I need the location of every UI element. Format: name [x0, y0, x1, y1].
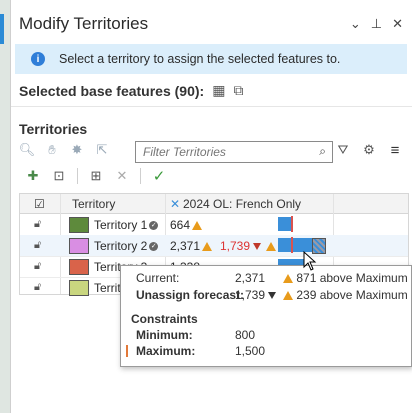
down-arrow-icon: [268, 292, 277, 299]
info-banner: i Select a territory to assign the selec…: [15, 44, 407, 74]
metric-value: 664: [170, 218, 203, 232]
toolbar-divider: [77, 168, 78, 184]
current-note: 871 above Maximum: [281, 271, 408, 285]
territories-heading: Territories: [19, 121, 88, 137]
current-value: 2,371: [235, 271, 266, 285]
search-icon[interactable]: ⌕: [319, 144, 326, 159]
minimum-value: 800: [235, 328, 256, 342]
selected-base-label: Selected base features (90):: [19, 82, 205, 99]
add-territory-icon[interactable]: ✚: [25, 168, 41, 184]
selection-marker: [0, 14, 4, 44]
cursor-icon: [303, 251, 317, 271]
apply-icon[interactable]: ✓: [151, 168, 167, 185]
column-territory[interactable]: Territory: [72, 197, 115, 211]
open-icon[interactable]: ⇱: [94, 142, 110, 158]
check-icon: ✓: [149, 221, 159, 231]
territory-name: Territory 2 ✓: [94, 239, 159, 253]
color-swatch: [69, 259, 89, 275]
pane-controls: ⌄ ⊥ ✕: [350, 16, 403, 32]
info-message: Select a territory to assign the selecte…: [59, 52, 341, 66]
table-row[interactable]: 🔓︎ Territory 1 ✓ 664: [20, 214, 408, 236]
warning-icon: [283, 291, 293, 300]
lock-column-icon[interactable]: ☑: [34, 197, 45, 211]
territory-tooltip: Current: 2,371 871 above Maximum Unassig…: [120, 265, 412, 367]
maximum-label: Maximum:: [136, 344, 196, 358]
toolbar-divider: [140, 168, 141, 184]
max-marker: [126, 345, 128, 357]
filter-territories-box[interactable]: ⌕: [135, 141, 333, 163]
check-icon: ✓: [149, 242, 159, 252]
pin-icon[interactable]: ⊥: [371, 16, 382, 32]
close-icon[interactable]: ✕: [392, 16, 403, 32]
max-line: [291, 216, 293, 232]
delete-icon[interactable]: ✕: [114, 168, 130, 184]
current-label: Current:: [136, 271, 180, 285]
color-swatch: [69, 238, 89, 254]
unlock-icon[interactable]: 🔓︎: [34, 218, 41, 231]
forecast-label: Unassign forecast:: [136, 288, 245, 302]
dropdown-icon[interactable]: ⌄: [350, 16, 361, 32]
pane-title: Modify Territories: [19, 14, 149, 33]
table-row[interactable]: 🔓︎ Territory 2 ✓ 2,371 1,739: [20, 235, 408, 257]
territory-name: Territory 1 ✓: [94, 218, 159, 232]
pan-icon[interactable]: ✋︎: [44, 142, 60, 158]
value-bar: [278, 217, 291, 231]
open-external-icon[interactable]: ⧉: [233, 82, 243, 99]
unlock-icon[interactable]: 🔓︎: [34, 281, 41, 294]
forecast-note: 239 above Maximum: [281, 288, 408, 302]
maximum-value: 1,500: [235, 344, 266, 358]
selected-base-features: Selected base features (90): ▦ ⧉: [19, 82, 243, 99]
flash-icon[interactable]: ✸: [69, 142, 85, 158]
constraints-heading: Constraints: [131, 312, 198, 326]
assign-icon[interactable]: ⊡: [51, 168, 67, 184]
divider: [11, 106, 412, 107]
table-icon[interactable]: ▦: [212, 82, 225, 99]
color-swatch: [69, 217, 89, 233]
warning-icon: [283, 274, 293, 283]
warning-icon: [192, 221, 203, 230]
menu-icon[interactable]: ≡: [387, 142, 403, 159]
metric-value: 2,371: [170, 239, 213, 253]
column-metric[interactable]: 2024 OL: French Only: [183, 197, 301, 211]
filter-tools: ⛛ ⚙ ≡: [335, 142, 403, 159]
forecast-value: 1,739: [220, 239, 277, 253]
filter-settings-icon[interactable]: ⚙: [361, 142, 377, 158]
territory-toolbar: 🔍︎ ✋︎ ✸ ⇱: [19, 142, 110, 158]
max-line: [291, 237, 293, 253]
value-bar: [278, 238, 312, 252]
color-swatch: [69, 280, 89, 296]
info-icon: i: [31, 52, 45, 66]
filter-icon[interactable]: ⛛: [335, 142, 351, 158]
forecast-value: 1,739: [235, 288, 279, 302]
minimum-label: Minimum:: [136, 328, 193, 342]
unlock-icon[interactable]: 🔓︎: [34, 260, 41, 273]
zoom-icon[interactable]: 🔍︎: [19, 142, 36, 158]
sort-icon[interactable]: ✕: [170, 197, 180, 211]
filter-input[interactable]: [141, 144, 305, 160]
new-icon[interactable]: ⊞: [88, 168, 104, 184]
grid-header: ☑ Territory ✕ 2024 OL: French Only: [20, 194, 408, 214]
warning-icon: [202, 242, 213, 251]
warning-icon: [266, 242, 277, 251]
down-arrow-icon: [253, 243, 262, 250]
edit-toolbar: ✚ ⊡ ⊞ ✕ ✓: [25, 168, 167, 185]
unlock-icon[interactable]: 🔓︎: [34, 239, 41, 252]
